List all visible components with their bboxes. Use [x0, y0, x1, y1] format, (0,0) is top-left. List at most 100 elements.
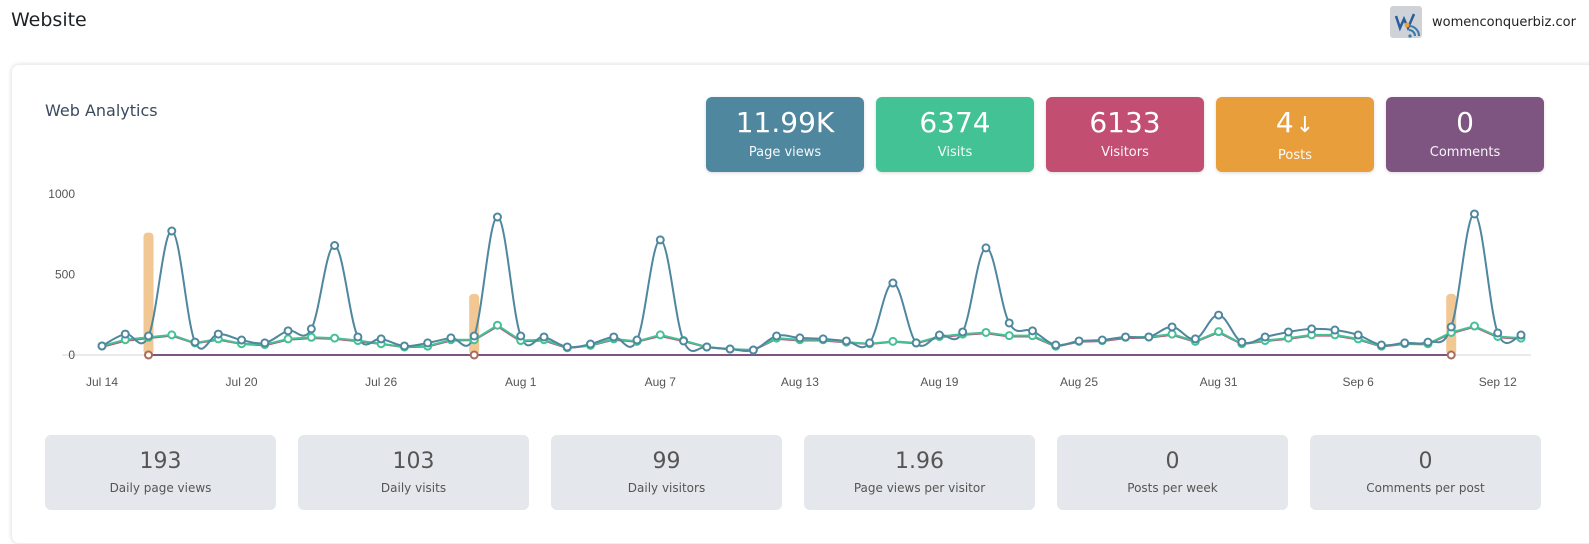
page-views-point — [260, 338, 270, 348]
page-views-point — [1423, 337, 1433, 347]
x-tick-label: Aug 1 — [505, 375, 537, 389]
page-views-point — [1237, 337, 1247, 347]
stat-value: 193 — [139, 449, 182, 474]
visits-point — [283, 334, 293, 344]
page-views-point — [469, 331, 479, 341]
page-views-point — [1516, 330, 1526, 340]
page-views-point — [911, 338, 921, 348]
stat-value: 99 — [652, 449, 681, 474]
page-views-point — [1330, 325, 1340, 335]
page-views-point — [702, 342, 712, 352]
page-views-point — [1027, 326, 1037, 336]
page-views-point — [539, 332, 549, 342]
page-views-point — [376, 334, 386, 344]
visits-point — [888, 336, 898, 346]
stat-label: Posts per week — [1127, 481, 1218, 495]
page-views-point — [516, 331, 526, 341]
visits-point — [981, 327, 991, 337]
stat-value: 103 — [392, 449, 435, 474]
page-views-point — [888, 278, 898, 288]
page-views-point — [492, 212, 502, 222]
page-views-point — [795, 333, 805, 343]
x-tick-label: Jul 26 — [365, 375, 397, 389]
page-views-point — [144, 331, 154, 341]
stat-label: Comments per post — [1366, 481, 1485, 495]
page-views-point — [586, 339, 596, 349]
page-views-point — [190, 337, 200, 347]
visits-point — [1469, 321, 1479, 331]
page-views-point — [981, 243, 991, 253]
page-views-point — [237, 335, 247, 345]
page-views-point — [330, 241, 340, 251]
page-views-point — [632, 335, 642, 345]
visits-point — [167, 330, 177, 340]
page-views-point — [1469, 209, 1479, 219]
page-views-point — [1167, 322, 1177, 332]
page-views-point — [772, 331, 782, 341]
stat-page-views-per-visitor: 1.96 Page views per visitor — [804, 435, 1035, 510]
stat-posts-per-week: 0 Posts per week — [1057, 435, 1288, 510]
stat-daily-visits: 103 Daily visits — [298, 435, 529, 510]
page-views-point — [1260, 332, 1270, 342]
stat-value: 0 — [1418, 449, 1433, 474]
page-views-point — [353, 332, 363, 342]
stat-daily-visitors: 99 Daily visitors — [551, 435, 782, 510]
page-views-point — [1307, 324, 1317, 334]
web-analytics-chart[interactable]: 0 500 1000 Jul 14 Jul 20 Jul 26 Aug 1 Aug 7 Aug … — [0, 0, 1589, 410]
x-tick-label: Aug 13 — [781, 375, 819, 389]
visits-point — [306, 332, 316, 342]
page-views-point — [609, 332, 619, 342]
visits-point — [1167, 329, 1177, 339]
stat-label: Daily page views — [109, 481, 212, 495]
page-views-point — [167, 226, 177, 236]
page-views-point — [748, 345, 758, 355]
page-views-point — [841, 336, 851, 346]
stats-row: 193 Daily page views 103 Daily visits 99… — [45, 435, 1541, 510]
page-views-point — [97, 341, 107, 351]
page-views-point — [1446, 322, 1456, 332]
page-views-point — [865, 338, 875, 348]
page-views-point — [1097, 335, 1107, 345]
page-views-point — [562, 342, 572, 352]
page-views-point — [818, 334, 828, 344]
x-tick-label: Jul 14 — [86, 375, 118, 389]
page-views-point — [283, 326, 293, 336]
x-tick-label: Sep 12 — [1479, 375, 1517, 389]
y-tick-label: 500 — [55, 268, 75, 282]
x-tick-label: Jul 20 — [226, 375, 258, 389]
page-views-point — [1190, 334, 1200, 344]
page-views-point — [1004, 318, 1014, 328]
page-views-point — [655, 235, 665, 245]
stat-label: Page views per visitor — [853, 481, 986, 495]
page-views-point — [399, 341, 409, 351]
x-tick-label: Sep 6 — [1342, 375, 1374, 389]
x-tick-label: Aug 19 — [920, 375, 958, 389]
y-tick-label: 1000 — [48, 187, 75, 201]
stat-label: Daily visitors — [627, 481, 706, 495]
page-views-point — [423, 338, 433, 348]
y-tick-label: 0 — [68, 348, 75, 362]
comments-point — [144, 350, 154, 360]
visits-point — [330, 333, 340, 343]
comments-point — [1446, 350, 1456, 360]
page-views-point — [1214, 310, 1224, 320]
stat-daily-page-views: 193 Daily page views — [45, 435, 276, 510]
x-tick-label: Aug 25 — [1060, 375, 1098, 389]
page-views-point — [679, 336, 689, 346]
visits-point — [492, 320, 502, 330]
visits-point — [1214, 327, 1224, 337]
page-views-point — [1144, 332, 1154, 342]
page-views-point — [1376, 340, 1386, 350]
comments-point — [469, 350, 479, 360]
visits-point — [1004, 331, 1014, 341]
page-views-point — [120, 329, 130, 339]
page-views-point — [934, 330, 944, 340]
x-tick-label: Aug 31 — [1200, 375, 1238, 389]
page-views-point — [1074, 336, 1084, 346]
stat-value: 0 — [1165, 449, 1180, 474]
page-views-point — [1283, 327, 1293, 337]
page-views-point — [1353, 330, 1363, 340]
page-views-point — [213, 329, 223, 339]
x-tick-label: Aug 7 — [645, 375, 677, 389]
visits-point — [655, 330, 665, 340]
